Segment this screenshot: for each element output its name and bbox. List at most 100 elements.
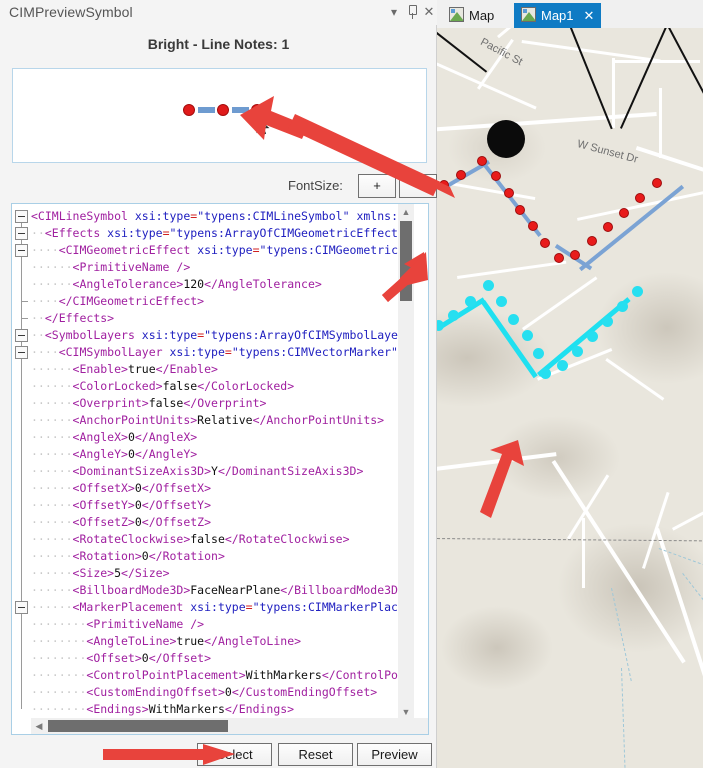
tab-map1[interactable]: Map1 ✕ <box>514 3 601 28</box>
tab-close-icon[interactable]: ✕ <box>582 3 596 28</box>
map-road <box>497 28 568 38</box>
red-marker-dot <box>456 170 466 180</box>
map-road <box>437 58 537 110</box>
xml-indent-guides: ········ <box>31 634 87 648</box>
cyan-vertex-dot <box>465 296 476 307</box>
cim-xml-editor[interactable]: <CIMLineSymbol xsi:type="typens:CIMLineS… <box>11 203 429 735</box>
xml-line: ······<OffsetZ>0</OffsetZ> <box>31 514 412 531</box>
xml-token: "typens:CIMGeometricEff <box>259 243 412 257</box>
xml-line: ········<Offset>0</Offset> <box>31 650 412 667</box>
xml-token: <Enable> <box>72 362 128 376</box>
xml-token: <Rotation> <box>72 549 142 563</box>
xml-fold-toggle[interactable] <box>15 227 28 240</box>
xml-token: Y <box>211 464 218 478</box>
pin-icon[interactable] <box>404 4 420 20</box>
xml-token: <Effects <box>44 226 108 240</box>
map-dashed-boundary <box>437 538 703 542</box>
xml-token: = <box>252 243 260 257</box>
xml-token: 5 <box>114 566 122 580</box>
xml-token: true <box>127 362 156 376</box>
xml-fold-toggle[interactable] <box>15 244 28 257</box>
symbol-preview-box[interactable] <box>12 68 427 163</box>
xml-token: <ControlPointPlacement> <box>86 668 246 682</box>
vertical-scroll-thumb[interactable] <box>400 221 412 301</box>
xml-token: </RotateClockwise> <box>224 532 350 546</box>
reset-button[interactable]: Reset <box>278 743 353 766</box>
xml-token: = <box>162 226 170 240</box>
fontsize-increase-button[interactable]: + <box>358 174 396 198</box>
tab-map[interactable]: Map <box>442 3 510 28</box>
red-marker-dot <box>587 236 597 246</box>
xml-token: </AngleX> <box>134 430 198 444</box>
red-marker-dot <box>635 193 645 203</box>
xml-indent-guides: ······ <box>31 362 73 376</box>
map-boundary-line <box>663 28 703 99</box>
horizontal-scroll-thumb[interactable] <box>48 720 228 732</box>
map-tabstrip: Map Map1 ✕ <box>437 0 703 28</box>
xml-indent-guides: ········ <box>31 702 87 716</box>
xml-token: <RotateClockwise> <box>72 532 191 546</box>
xml-token: xsi:type <box>197 243 253 257</box>
xml-token: </Effects> <box>44 311 115 325</box>
dropdown-icon[interactable]: ▾ <box>386 4 402 20</box>
preview-button[interactable]: Preview <box>357 743 432 766</box>
map-road <box>567 474 609 540</box>
xml-fold-toggle[interactable] <box>15 346 28 359</box>
xml-token: WithMarkers <box>245 668 322 682</box>
xml-indent-guides: ·· <box>31 311 45 325</box>
xml-token: <AngleToLine> <box>86 634 177 648</box>
xml-indent-guides: ······ <box>31 413 73 427</box>
map-canvas[interactable]: Pacific StW Sunset DrCreekside DrSan Tim… <box>437 28 703 768</box>
xml-token: <CIMLineSymbol <box>31 209 135 223</box>
xml-token: <AnchorPointUnits> <box>72 413 198 427</box>
xml-indent-guides: ······ <box>31 532 73 546</box>
xml-token: </OffsetY> <box>141 498 212 512</box>
xml-vertical-scrollbar[interactable]: ▲ ▼ <box>398 204 414 720</box>
xml-line: ······<Enable>true</Enable> <box>31 361 412 378</box>
xml-token: <DominantSizeAxis3D> <box>72 464 212 478</box>
xml-token: </AngleTolerance> <box>204 277 322 291</box>
map-street-label: Pacific St <box>478 36 525 69</box>
xml-token: </OffsetZ> <box>141 515 212 529</box>
xml-token: 0 <box>134 481 142 495</box>
xml-token: <BillboardMode3D> <box>72 583 191 597</box>
cyan-vertex-dot <box>533 348 544 359</box>
scroll-up-icon[interactable]: ▲ <box>398 204 414 220</box>
cyan-vertex-dot <box>522 330 533 341</box>
cyan-vertex-dot <box>437 320 444 331</box>
xml-indent-guides: ······ <box>31 430 73 444</box>
scroll-left-icon[interactable]: ◀ <box>31 718 47 734</box>
xml-token: <PrimitiveName /> <box>86 617 205 631</box>
xml-code-content[interactable]: <CIMLineSymbol xsi:type="typens:CIMLineS… <box>31 208 412 718</box>
xml-token: </Offset> <box>148 651 212 665</box>
select-button[interactable]: Select <box>197 743 272 766</box>
xml-token: true <box>176 634 205 648</box>
map-black-point-marker <box>487 120 525 158</box>
close-icon[interactable]: ✕ <box>421 4 437 20</box>
xml-indent-guides: ······ <box>31 277 73 291</box>
xml-fold-toggle[interactable] <box>15 601 28 614</box>
map-icon <box>449 7 464 22</box>
red-marker-dot <box>540 238 550 248</box>
red-marker-dot <box>603 222 613 232</box>
xml-fold-toggle[interactable] <box>15 210 28 223</box>
xml-token: </Endings> <box>224 702 295 716</box>
xml-token: xsi:type <box>141 328 198 342</box>
xml-line: ······<OffsetX>0</OffsetX> <box>31 480 412 497</box>
xml-indent-guides: ······ <box>31 583 73 597</box>
red-marker-dot <box>504 188 514 198</box>
fontsize-decrease-button[interactable]: − <box>399 174 437 198</box>
xml-line: ······<RotateClockwise>false</RotateCloc… <box>31 531 412 548</box>
xml-fold-toggle[interactable] <box>15 329 28 342</box>
symbol-name-label: Bright - Line Notes: 1 <box>147 36 290 52</box>
xml-token: <OffsetZ> <box>72 515 135 529</box>
cyan-vertex-dot <box>632 286 643 297</box>
xml-token: "typens:ArrayOfCIMGeometricEffect" <box>169 226 405 240</box>
xml-horizontal-scrollbar[interactable]: ◀ ▶ <box>31 718 428 734</box>
xml-fold-gutter[interactable] <box>12 204 31 734</box>
xml-token: <CIMSymbolLayer <box>58 345 170 359</box>
map-road <box>605 358 665 401</box>
xml-tree-elbow <box>21 313 28 319</box>
map-road <box>635 146 703 178</box>
xml-line: ········<PrimitiveName /> <box>31 616 412 633</box>
